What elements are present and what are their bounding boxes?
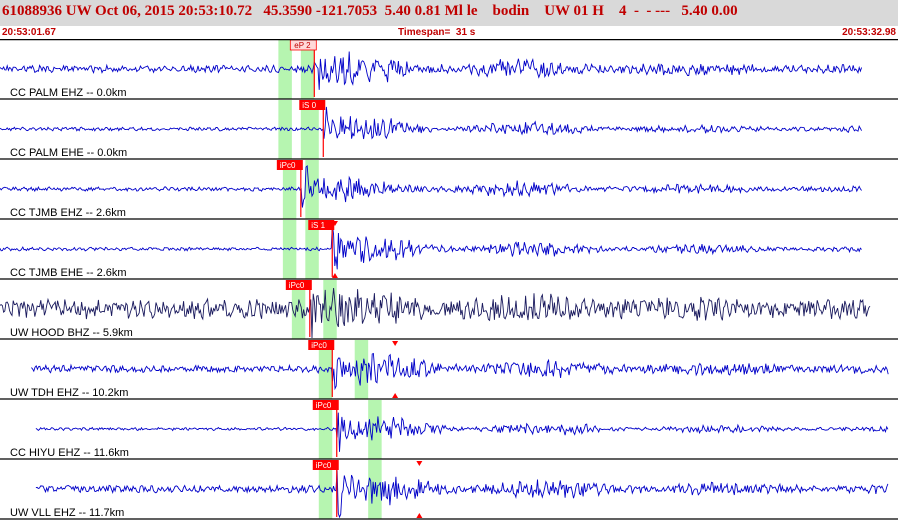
trace-label: UW VLL EHZ -- 11.7km	[10, 507, 124, 519]
waveform	[0, 165, 862, 208]
trace-row[interactable]: eP 2 CC PALM EHZ -- 0.0km	[0, 39, 898, 100]
phase-pick-label: iPc0	[280, 161, 296, 170]
waveform	[35, 412, 889, 452]
trace-label: CC PALM EHZ -- 0.0km	[10, 87, 127, 99]
trace-row[interactable]: iS 1 CC TJMB EHE -- 2.6km	[0, 220, 898, 280]
trace-label: CC TJMB EHZ -- 2.6km	[10, 207, 126, 219]
trace-label: UW TDH EHZ -- 10.2km	[10, 387, 128, 399]
seismogram-panel[interactable]: eP 2 CC PALM EHZ -- 0.0km iS 0 CC PALM EHE …	[0, 39, 898, 520]
waveform	[35, 470, 889, 519]
amplitude-marker-bottom[interactable]	[392, 393, 399, 398]
trace-row[interactable]: iPc0 UW TDH EHZ -- 10.2km	[0, 340, 898, 400]
event-summary: 61088936 UW Oct 06, 2015 20:53:10.72 45.…	[2, 3, 738, 19]
amplitude-marker-bottom[interactable]	[416, 513, 423, 518]
trace-label: CC PALM EHE -- 0.0km	[10, 147, 127, 159]
phase-pick-label: iPc0	[289, 281, 305, 290]
trace-row[interactable]: iPc0 UW VLL EHZ -- 11.7km	[0, 460, 898, 520]
trace-row[interactable]: iPc0 CC HIYU EHZ -- 11.6km	[0, 400, 898, 460]
timespan-readout: Timespan= 31 s	[398, 27, 476, 38]
phase-pick-label: iPc0	[311, 341, 327, 350]
event-header-bar: 61088936 UW Oct 06, 2015 20:53:10.72 45.…	[0, 0, 898, 26]
trace-label: CC HIYU EHZ -- 11.6km	[10, 447, 129, 459]
phase-pick-label: iPc0	[316, 401, 332, 410]
phase-pick-label: eP 2	[294, 41, 311, 50]
phase-pick-label: iS 1	[311, 221, 325, 230]
window-start-time: 20:53:01.67	[2, 27, 56, 38]
waveform	[0, 51, 863, 90]
phase-pick-label: iPc0	[316, 461, 332, 470]
trace-row[interactable]: iPc0 CC TJMB EHZ -- 2.6km	[0, 160, 898, 220]
waveform	[0, 224, 862, 270]
waveform	[31, 352, 889, 391]
amplitude-marker-top[interactable]	[416, 461, 423, 466]
trace-row[interactable]: iS 0 CC PALM EHE -- 0.0km	[0, 100, 898, 160]
trace-label: CC TJMB EHE -- 2.6km	[10, 267, 127, 279]
trace-label: UW HOOD BHZ -- 5.9km	[10, 327, 133, 339]
trace-row[interactable]: iPc0 UW HOOD BHZ -- 5.9km	[0, 280, 898, 340]
window-end-time: 20:53:32.98	[842, 27, 896, 38]
phase-pick-label: iS 0	[302, 101, 316, 110]
waveform	[0, 106, 862, 140]
amplitude-marker-top[interactable]	[392, 341, 399, 346]
